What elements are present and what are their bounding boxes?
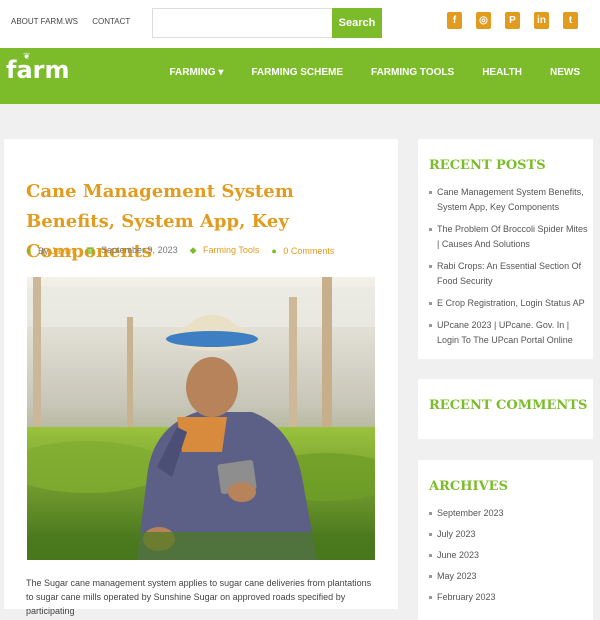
contact-link[interactable]: CONTACT (92, 17, 130, 26)
twitter-icon[interactable]: t (563, 12, 578, 29)
recent-comments-title: RECENT COMMENTS (429, 398, 588, 413)
nav-menu: FARMING ▾ FARMING SCHEME FARMING TOOLS H… (169, 67, 580, 78)
recent-post-item[interactable]: Rabi Crops: An Essential Section Of Food… (429, 259, 589, 289)
recent-post-item[interactable]: Cane Management System Benefits, System … (429, 185, 589, 215)
recent-post-item[interactable]: The Problem Of Broccoli Spider Mites | C… (429, 222, 589, 252)
nav-health[interactable]: HEALTH (482, 67, 522, 78)
recent-post-item[interactable]: E Crop Registration, Login Status AP (429, 296, 589, 311)
author-prefix: By (37, 245, 49, 256)
post-card: Cane Management System Benefits, System … (4, 139, 398, 616)
main-nav: ❦ farm FARMING ▾ FARMING SCHEME FARMING … (0, 48, 600, 104)
post-meta: ● By Jaylin ▦ September 9, 2023 ◆ Farmin… (26, 245, 334, 256)
archive-item[interactable]: June 2023 (429, 548, 589, 563)
recent-posts-list: Cane Management System Benefits, System … (429, 185, 589, 355)
recent-posts-title: RECENT POSTS (429, 158, 546, 173)
top-bar: ABOUT FARM.WS CONTACT Search f ◎ P in t (0, 0, 600, 48)
tag-icon: ◆ (189, 245, 197, 255)
about-link[interactable]: ABOUT FARM.WS (11, 17, 78, 26)
post-category: ◆ Farming Tools (190, 245, 260, 256)
nav-farming-tools[interactable]: FARMING TOOLS (371, 67, 454, 78)
nav-farming-scheme[interactable]: FARMING SCHEME (251, 67, 343, 78)
user-icon: ● (26, 245, 32, 256)
instagram-icon[interactable]: ◎ (476, 12, 491, 29)
top-links: ABOUT FARM.WS CONTACT (11, 17, 142, 26)
site-logo[interactable]: ❦ farm (6, 52, 70, 84)
archives-widget: ARCHIVES September 2023 July 2023 June 2… (418, 460, 593, 620)
calendar-icon: ▦ (86, 245, 95, 255)
archives-title: ARCHIVES (429, 479, 508, 494)
nav-farming[interactable]: FARMING ▾ (169, 67, 223, 78)
archive-item[interactable]: May 2023 (429, 569, 589, 584)
featured-image (27, 277, 375, 560)
archive-item[interactable]: February 2023 (429, 590, 589, 605)
facebook-icon[interactable]: f (447, 12, 462, 29)
post-date: ▦ September 9, 2023 (86, 245, 178, 256)
social-links: f ◎ P in t (447, 12, 578, 29)
recent-comments-widget: RECENT COMMENTS (418, 379, 593, 439)
search-button[interactable]: Search (332, 8, 382, 38)
nav-news[interactable]: NEWS (550, 67, 580, 78)
search-input[interactable] (152, 8, 332, 38)
date-text: September 9, 2023 (101, 245, 178, 255)
comments-link[interactable]: 0 Comments (283, 246, 334, 256)
pinterest-icon[interactable]: P (505, 12, 520, 29)
post-excerpt: The Sugar cane management system applies… (26, 578, 372, 616)
farmer-photo (27, 277, 375, 560)
recent-posts-widget: RECENT POSTS Cane Management System Bene… (418, 139, 593, 359)
logo-text: farm (6, 56, 70, 84)
category-link[interactable]: Farming Tools (203, 245, 259, 255)
comment-icon: ● (271, 245, 277, 256)
recent-post-item[interactable]: UPcane 2023 | UPcane. Gov. In | Login To… (429, 318, 589, 348)
search-form: Search (152, 8, 382, 38)
archive-item[interactable]: July 2023 (429, 527, 589, 542)
leaf-icon: ❦ (23, 52, 31, 62)
author-link[interactable]: Jaylin (51, 246, 74, 256)
post-author: ● By Jaylin (26, 246, 74, 256)
archives-list: September 2023 July 2023 June 2023 May 2… (429, 506, 589, 611)
post-comments: ● 0 Comments (271, 246, 334, 256)
archive-item[interactable]: September 2023 (429, 506, 589, 521)
linkedin-icon[interactable]: in (534, 12, 549, 29)
